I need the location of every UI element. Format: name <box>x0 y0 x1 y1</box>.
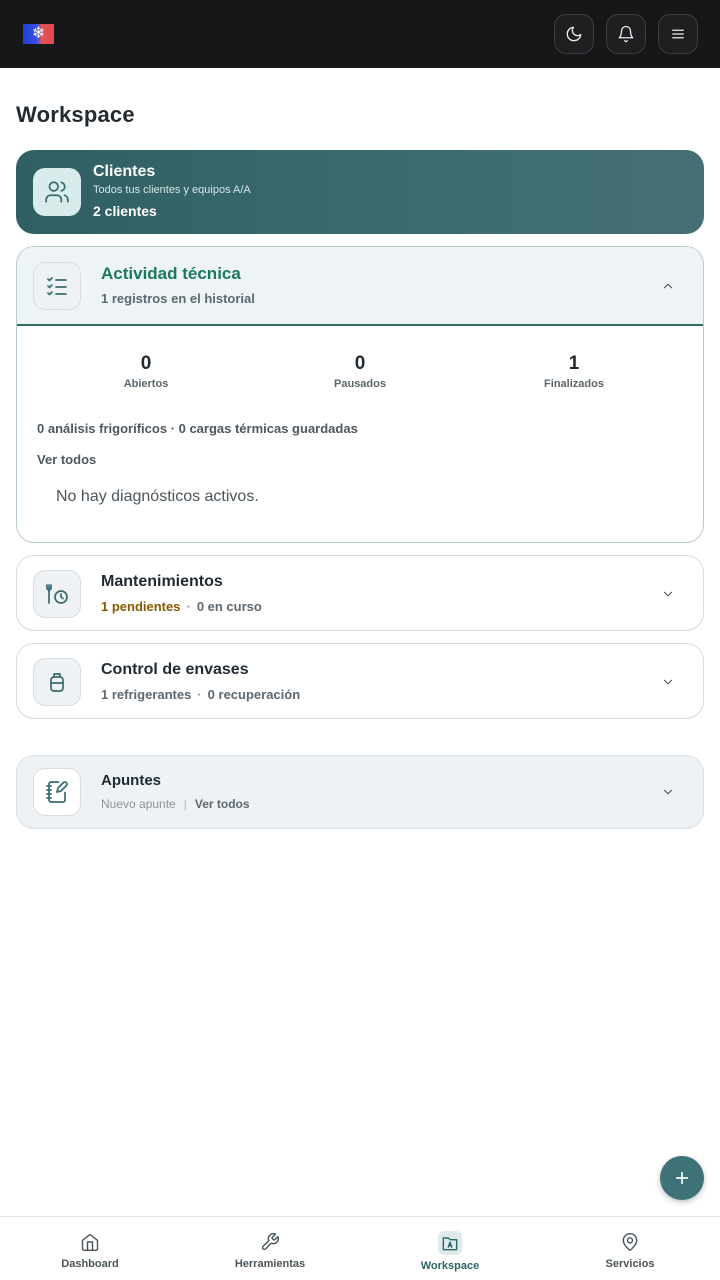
stat-label: Pausados <box>334 378 386 390</box>
maintenance-card-header[interactable]: Mantenimientos 1 pendientes · 0 en curso <box>17 556 703 630</box>
stat-finished[interactable]: 1 Finalizados <box>467 352 681 392</box>
activity-see-all-link[interactable]: Ver todos <box>17 436 703 467</box>
maintenance-expand-toggle[interactable] <box>661 587 675 601</box>
clients-icon-box <box>33 168 81 216</box>
notes-card-header[interactable]: Apuntes Nuevo apunte | Ver todos <box>17 756 703 828</box>
clients-text: Clientes Todos tus clientes y equipos A/… <box>93 162 251 222</box>
clients-subtitle: Todos tus clientes y equipos A/A <box>93 184 251 196</box>
menu-icon <box>672 29 684 39</box>
maintenance-info: Mantenimientos 1 pendientes · 0 en curso <box>101 571 262 617</box>
containers-card-header[interactable]: Control de envases 1 refrigerantes · 0 rec… <box>17 644 703 718</box>
chevron-up-icon <box>663 283 673 288</box>
bottom-nav: Dashboard Herramientas Workspace Servici… <box>0 1216 720 1280</box>
activity-card-header[interactable]: Actividad técnica 1 registros en el hist… <box>17 247 703 326</box>
activity-stats: 0 Abiertos 0 Pausados 1 Finalizados <box>17 326 703 392</box>
notes-card: Apuntes Nuevo apunte | Ver todos <box>16 755 704 829</box>
stat-value: 0 <box>354 353 366 374</box>
activity-icon-box <box>33 261 81 310</box>
notes-title: Apuntes <box>101 772 161 789</box>
workspace-icon <box>438 1231 462 1255</box>
clients-card[interactable]: Clientes Todos tus clientes y equipos A/… <box>16 150 704 234</box>
cylinder-icon <box>50 673 64 692</box>
moon-icon <box>566 26 582 42</box>
notifications-button[interactable] <box>606 14 646 54</box>
activity-title: Actividad técnica <box>101 263 241 283</box>
chevron-down-icon <box>663 591 673 597</box>
plus-icon <box>675 1171 689 1185</box>
containers-info: Control de envases 1 refrigerantes · 0 rec… <box>101 659 300 705</box>
nav-item-workspace[interactable]: Workspace <box>360 1217 540 1280</box>
containers-card: Control de envases 1 refrigerantes · 0 rec… <box>16 643 704 719</box>
activity-subtitle: 1 registros en el historial <box>101 290 255 306</box>
maintenance-in-progress: 0 en curso <box>196 599 262 614</box>
activity-card: Actividad técnica 1 registros en el hist… <box>16 246 704 543</box>
add-fab-button[interactable] <box>660 1156 704 1200</box>
stat-paused[interactable]: 0 Pausados <box>253 352 467 392</box>
maintenance-icon-box <box>33 570 81 618</box>
nav-label: Workspace <box>420 1260 480 1272</box>
nav-item-dashboard[interactable]: Dashboard <box>0 1217 180 1280</box>
wrench-clock-icon <box>46 584 68 604</box>
activity-collapse-toggle[interactable] <box>661 279 675 293</box>
menu-button[interactable] <box>658 14 698 54</box>
notes-see-all-link[interactable]: Ver todos <box>195 797 250 811</box>
home-icon <box>79 1231 101 1253</box>
notes-links: Nuevo apunte | Ver todos <box>101 794 250 814</box>
map-pin-icon <box>619 1231 641 1253</box>
snowflake-icon: ❄ <box>31 25 46 42</box>
stat-open[interactable]: 0 Abiertos <box>39 352 253 392</box>
page-title: Workspace <box>16 102 135 127</box>
stat-value: 0 <box>140 353 152 374</box>
containers-recovery: 0 recuperación <box>207 687 301 702</box>
containers-title: Control de envases <box>101 661 249 678</box>
wrench-icon <box>259 1231 281 1253</box>
nav-label: Herramientas <box>234 1258 306 1270</box>
stat-label: Finalizados <box>544 378 604 390</box>
nav-item-tools[interactable]: Herramientas <box>180 1217 360 1280</box>
app-logo[interactable]: ❄ <box>23 24 54 44</box>
stat-value: 1 <box>568 353 580 374</box>
activity-empty-message: No hay diagnósticos activos. <box>56 488 259 505</box>
theme-toggle-button[interactable] <box>554 14 594 54</box>
nav-label: Servicios <box>605 1258 655 1270</box>
chevron-down-icon <box>663 679 673 685</box>
containers-icon-box <box>33 658 81 706</box>
maintenance-card: Mantenimientos 1 pendientes · 0 en curso <box>16 555 704 631</box>
separator: · <box>186 599 191 614</box>
maintenance-pending: 1 pendientes <box>101 599 181 614</box>
activity-info: Actividad técnica 1 registros en el hist… <box>101 263 255 309</box>
clients-count: 2 clientes <box>93 203 157 219</box>
maintenance-subtitle: 1 pendientes · 0 en curso <box>101 597 262 617</box>
users-icon <box>45 181 69 203</box>
notebook-pen-icon <box>46 781 68 803</box>
containers-expand-toggle[interactable] <box>661 675 675 689</box>
top-bar: ❄ <box>0 0 720 68</box>
nav-item-services[interactable]: Servicios <box>540 1217 720 1280</box>
new-note-link[interactable]: Nuevo apunte <box>101 797 176 811</box>
chevron-down-icon <box>663 789 673 795</box>
notes-expand-toggle[interactable] <box>661 785 675 799</box>
separator: · <box>197 687 202 702</box>
containers-subtitle: 1 refrigerantes · 0 recuperación <box>101 685 300 705</box>
notes-info: Apuntes Nuevo apunte | Ver todos <box>101 770 250 814</box>
top-actions <box>554 14 698 54</box>
nav-label: Dashboard <box>61 1258 119 1270</box>
maintenance-title: Mantenimientos <box>101 573 223 590</box>
activity-summary: 0 análisis frigoríficos · 0 cargas térmi… <box>37 421 358 436</box>
stat-label: Abiertos <box>123 378 169 390</box>
containers-refrigerants: 1 refrigerantes <box>101 687 192 702</box>
bell-icon <box>618 25 634 43</box>
divider: | <box>183 797 187 811</box>
notes-icon-box <box>33 768 81 816</box>
clients-title: Clientes <box>93 163 156 180</box>
list-checks-icon <box>47 276 67 295</box>
